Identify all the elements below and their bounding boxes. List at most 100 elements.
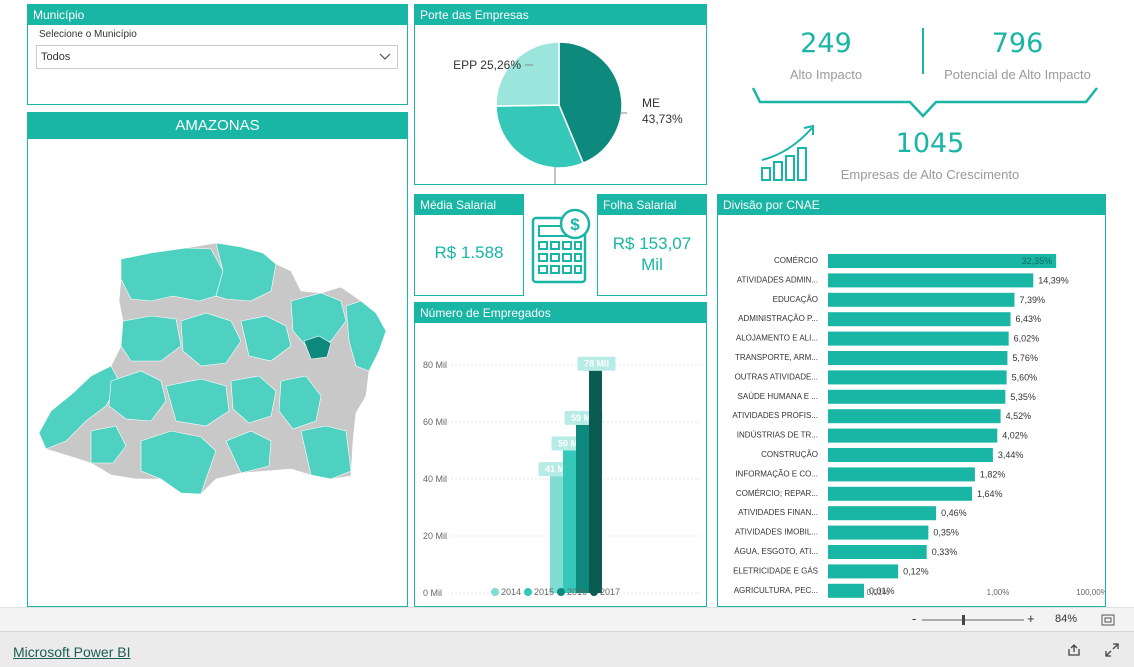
cnae-data-label: 5,76% — [1012, 353, 1038, 363]
cnae-category-label: ADMINISTRAÇÃO P... — [738, 314, 818, 323]
cnae-data-label: 6,43% — [1016, 314, 1042, 324]
cnae-data-label: 32,35% — [1022, 256, 1053, 266]
cnae-category-label: ATIVIDADES FINAN... — [738, 508, 818, 517]
cnae-category-label: AGRICULTURA, PEC... — [734, 586, 818, 595]
bar-2014[interactable] — [550, 476, 563, 593]
cnae-data-label: 1,82% — [980, 469, 1006, 479]
calculator-icon: $ — [531, 208, 591, 284]
x-tick-label: 100,00% — [1076, 588, 1105, 597]
cnae-category-label: ALOJAMENTO E ALI... — [736, 334, 818, 343]
share-icon[interactable] — [1067, 643, 1081, 662]
cnae-bar[interactable] — [828, 506, 937, 521]
cnae-category-label: ELETRICIDADE E GÁS — [733, 566, 818, 575]
x-tick-label: 1,00% — [987, 588, 1010, 597]
cnae-data-label: 0,35% — [933, 528, 959, 538]
pie-label-epp: EPP 25,26% — [453, 58, 521, 72]
empregados-bar-chart: 0 Mil20 Mil40 Mil60 Mil80 Mil41 Mil50 Mi… — [423, 356, 700, 598]
zoom-slider[interactable] — [922, 614, 1024, 626]
cnae-category-label: COMÉRCIO — [774, 256, 818, 265]
pie-slice-epp[interactable] — [495, 41, 560, 107]
cnae-category-label: INFORMAÇÃO E CO... — [735, 469, 818, 478]
cnae-category-label: SAÚDE HUMANA E ... — [738, 392, 818, 401]
fit-page-icon[interactable] — [1101, 613, 1115, 631]
legend-item: 2017 — [600, 587, 620, 597]
media-value: R$ 1.588 — [434, 243, 504, 262]
cnae-category-label: OUTRAS ATIVIDADE... — [735, 372, 818, 381]
cnae-bar-chart: COMÉRCIO 32,35% ATIVIDADES ADMIN... 14,39% E… — [732, 254, 1108, 598]
y-tick-label: 80 Mil — [423, 360, 447, 370]
power-bi-link[interactable]: Microsoft Power BI — [13, 644, 130, 660]
cnae-data-label: 0,46% — [941, 508, 967, 518]
cnae-category-label: ATIVIDADES ADMIN... — [737, 275, 818, 284]
municipio-title: Município — [28, 5, 407, 25]
media-title: Média Salarial — [415, 195, 523, 215]
cnae-category-label: CONSTRUÇÃO — [761, 450, 818, 459]
cnae-bar[interactable] — [828, 331, 1009, 346]
cnae-bar[interactable] — [828, 583, 864, 598]
cnae-bar[interactable] — [828, 525, 929, 540]
legend-item: 2015 — [534, 587, 554, 597]
fullscreen-icon[interactable] — [1105, 643, 1119, 662]
svg-text:$: $ — [570, 215, 580, 234]
cnae-bar[interactable] — [828, 486, 972, 501]
cnae-bar[interactable] — [828, 370, 1007, 385]
bar-2016[interactable] — [576, 424, 589, 593]
growth-chart-icon — [761, 124, 814, 181]
zoom-in-button[interactable]: + — [1027, 611, 1035, 626]
cnae-category-label: COMÉRCIO; REPAR... — [736, 489, 818, 498]
cnae-data-label: 5,35% — [1010, 392, 1036, 402]
cnae-bar[interactable] — [828, 389, 1006, 404]
cnae-category-label: TRANSPORTE, ARM... — [735, 353, 818, 362]
legend-item: 2016 — [567, 587, 587, 597]
map-title: AMAZONAS — [28, 113, 407, 139]
cnae-data-label: 3,44% — [998, 450, 1024, 460]
empregados-title: Número de Empregados — [415, 303, 706, 323]
cnae-bar[interactable] — [828, 467, 975, 482]
empregados-panel: Número de Empregados 0 Mil 20 Mil 40 Mil 60… — [414, 302, 707, 607]
cnae-category-label: ATIVIDADES IMOBIL... — [735, 528, 818, 537]
folha-salarial-card: Folha Salarial R$ 153,07 Mil — [597, 194, 707, 296]
bar-2015[interactable] — [563, 450, 576, 594]
cnae-data-label: 5,60% — [1012, 372, 1038, 382]
cnae-bar[interactable] — [828, 292, 1015, 307]
crescimento-label: Empresas de Alto Crescimento — [840, 167, 1020, 182]
x-tick-label: 0,01% — [867, 588, 890, 597]
chevron-down-icon — [379, 48, 391, 70]
porte-panel: Porte das Empresas ME43,73%EPP 25,26%Dem… — [414, 4, 707, 199]
cnae-category-label: INDÚSTRIAS DE TR... — [737, 431, 818, 440]
cnae-bar[interactable] — [828, 564, 899, 579]
amazonas-map[interactable] — [28, 139, 407, 605]
zoom-level: 84% — [1055, 613, 1078, 625]
media-salarial-card: Média Salarial R$ 1.588 — [414, 194, 524, 296]
bar-data-label: 78 Mil — [584, 359, 609, 369]
municipio-dropdown[interactable]: Todos — [36, 45, 398, 69]
cnae-data-label: 6,02% — [1014, 334, 1040, 344]
cnae-category-label: EDUCAÇÃO — [773, 295, 818, 304]
cnae-bar[interactable] — [828, 351, 1008, 365]
municipio-slicer: Município Selecione o Município Todos — [27, 4, 408, 105]
cnae-data-label: 0,12% — [903, 566, 929, 576]
folha-value-line2: Mil — [641, 255, 663, 274]
bar-2017[interactable] — [589, 370, 602, 593]
y-tick-label: 0 Mil — [423, 588, 442, 598]
crescimento-value: 1045 — [895, 128, 965, 159]
cnae-panel: Divisão por CNAE COMÉRCIO 32,35% ATIVIDADE… — [717, 194, 1108, 607]
porte-pie-chart: ME43,73%EPP 25,26%Demais 31% — [453, 41, 683, 199]
folha-title: Folha Salarial — [598, 195, 706, 215]
cnae-bar[interactable] — [828, 448, 993, 462]
zoom-bar: - + 84% — [0, 607, 1134, 631]
zoom-out-button[interactable]: - — [912, 611, 916, 626]
municipio-selected: Todos — [41, 51, 71, 63]
pie-label-me: ME — [642, 96, 660, 110]
cnae-bar[interactable] — [828, 428, 998, 443]
cnae-bar[interactable] — [828, 409, 1001, 424]
cnae-bar[interactable] — [828, 312, 1011, 327]
cnae-category-label: ÁGUA, ESGOTO, ATI... — [734, 547, 818, 556]
cnae-data-label: 4,52% — [1006, 411, 1032, 421]
folha-value-line1: R$ 153,07 — [612, 234, 692, 253]
cnae-bar[interactable] — [828, 545, 927, 559]
y-tick-label: 60 Mil — [423, 417, 447, 427]
cnae-data-label: 1,64% — [977, 489, 1003, 499]
cnae-data-label: 4,02% — [1002, 431, 1028, 441]
cnae-bar[interactable] — [828, 273, 1034, 288]
